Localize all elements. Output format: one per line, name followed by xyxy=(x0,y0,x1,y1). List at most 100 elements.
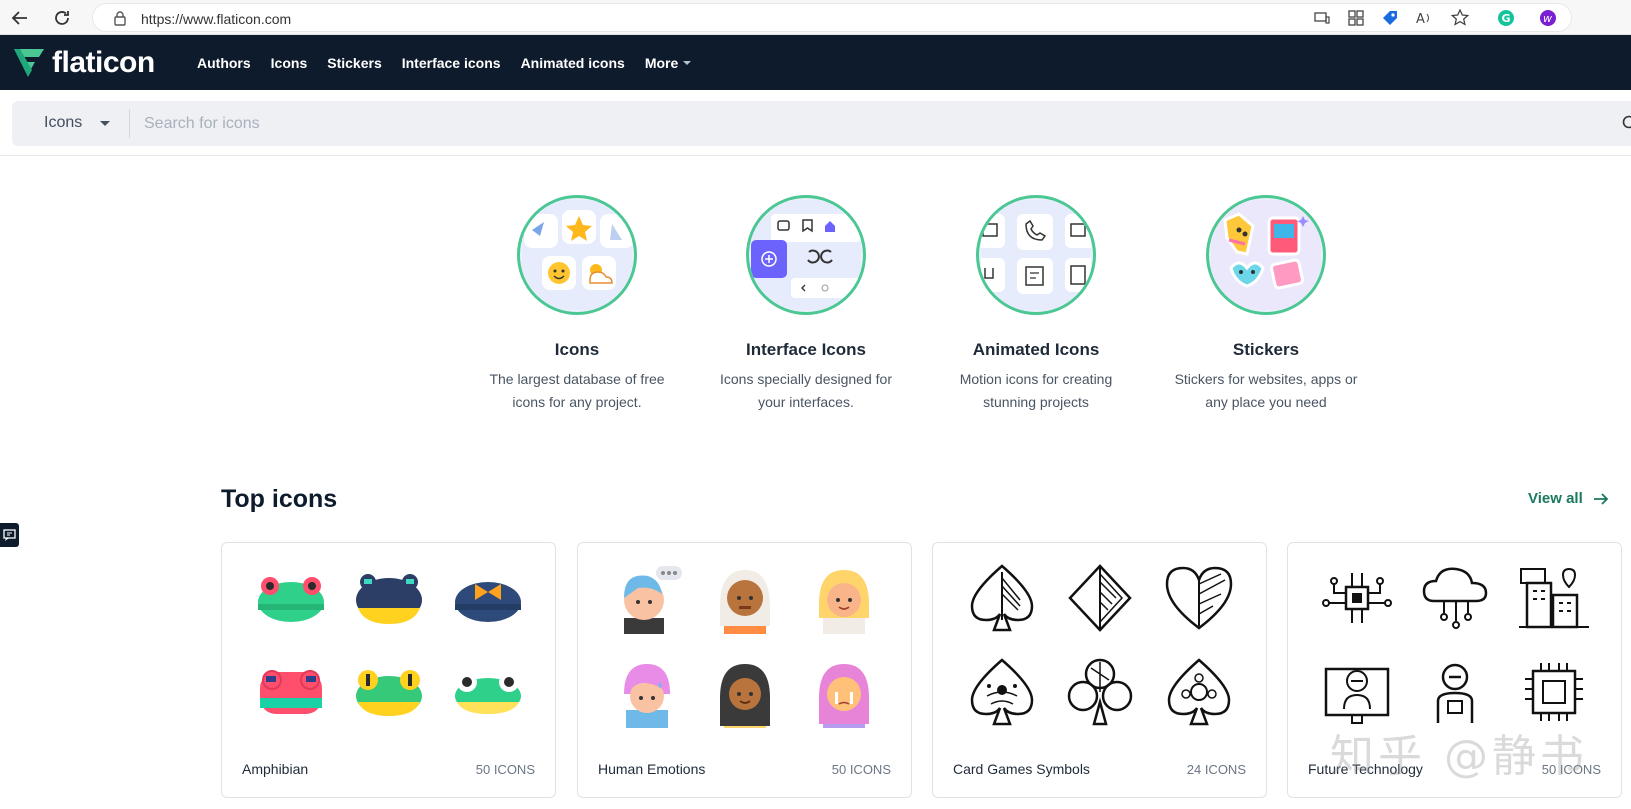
flaticon-logo-icon xyxy=(14,49,44,77)
menu-authors[interactable]: Authors xyxy=(197,55,251,71)
divider xyxy=(0,155,1631,156)
pack-icon-grid xyxy=(953,559,1248,731)
description-line: icons for any project. xyxy=(512,394,642,410)
view-all-link[interactable]: View all xyxy=(1528,490,1609,507)
spade-icon xyxy=(953,559,1051,637)
pack-count: 50 ICONS xyxy=(831,762,891,777)
svg-text:w: w xyxy=(1543,12,1552,25)
chevron-down-icon xyxy=(683,60,692,65)
diamond-icon xyxy=(1051,559,1149,637)
pack-card-amphibian[interactable]: Amphibian 50 ICONS xyxy=(221,542,556,798)
watermark: 知乎 @静书 xyxy=(1330,731,1588,782)
frog-bow-icon xyxy=(439,559,537,637)
animated-icons-illustration xyxy=(976,195,1096,315)
menu-icons[interactable]: Icons xyxy=(271,55,308,71)
description-line: Stickers for websites, apps or xyxy=(1174,371,1358,387)
reload-button[interactable] xyxy=(50,6,74,30)
pack-name: Card Games Symbols xyxy=(953,761,1090,777)
smart-city-icon xyxy=(1505,559,1603,637)
person-thinking-icon xyxy=(598,559,696,637)
toad-icon xyxy=(340,559,438,637)
person-pink-hair-icon xyxy=(598,653,696,731)
cloud-network-icon xyxy=(1406,559,1504,637)
search-bar: Icons xyxy=(12,101,1631,146)
tag-icon[interactable] xyxy=(1380,8,1400,28)
url-text: https://www.flaticon.com xyxy=(141,11,292,27)
description-line: The largest database of free xyxy=(489,371,665,387)
top-icons-heading: Top icons xyxy=(221,485,338,513)
heart-icon xyxy=(1150,559,1248,637)
brain-chip-icon xyxy=(1308,559,1406,637)
back-button[interactable] xyxy=(8,6,32,30)
pack-count: 24 ICONS xyxy=(1186,762,1246,777)
description-line: Icons specially designed for xyxy=(720,371,892,387)
frog-light-icon xyxy=(439,653,537,731)
category-title: Interface Icons xyxy=(746,340,866,359)
category-title: Icons xyxy=(554,340,600,359)
apps-icon[interactable] xyxy=(1346,8,1366,28)
menu-interface-icons[interactable]: Interface icons xyxy=(402,55,501,71)
club-icon xyxy=(1051,653,1149,731)
category-title: Stickers xyxy=(1232,340,1300,359)
svg-text:G: G xyxy=(1502,12,1511,25)
search-input[interactable] xyxy=(144,109,1604,138)
pack-card-card-games-symbols[interactable]: Card Games Symbols 24 ICONS xyxy=(932,542,1267,798)
search-type-label: Icons xyxy=(44,114,83,131)
category-description: Stickers for websites, apps or any place… xyxy=(1161,368,1371,414)
pack-card-human-emotions[interactable]: Human Emotions 50 ICONS xyxy=(577,542,912,798)
pack-icon-grid xyxy=(598,559,893,731)
view-all-label: View all xyxy=(1528,490,1583,507)
device-icon[interactable] xyxy=(1312,8,1332,28)
stickers-illustration xyxy=(1206,195,1326,315)
pack-icon-grid xyxy=(242,559,537,731)
description-line: stunning projects xyxy=(983,394,1089,410)
frog-icon xyxy=(242,559,340,637)
pack-name: Amphibian xyxy=(242,761,309,777)
search-icon[interactable] xyxy=(1621,115,1631,136)
feedback-icon xyxy=(3,529,16,541)
chevron-down-icon xyxy=(100,120,111,126)
profile-ext-icon[interactable]: w xyxy=(1538,8,1558,28)
person-crying-icon xyxy=(795,653,893,731)
category-description: The largest database of free icons for a… xyxy=(472,368,682,414)
person-dark-hair-icon xyxy=(696,653,794,731)
pack-name: Human Emotions xyxy=(598,761,706,777)
category-icons[interactable]: Icons The largest database of free icons… xyxy=(472,195,682,414)
interface-icons-illustration xyxy=(746,195,866,315)
logo-text: flaticon xyxy=(52,46,155,79)
frog-green-icon xyxy=(340,653,438,731)
category-stickers[interactable]: Stickers Stickers for websites, apps or … xyxy=(1161,195,1371,414)
browser-toolbar: https://www.flaticon.com A G w xyxy=(0,0,1631,35)
ornate-card-icon xyxy=(1150,653,1248,731)
svg-text:A: A xyxy=(1416,12,1425,26)
menu-animated-icons[interactable]: Animated icons xyxy=(521,55,625,71)
lock-icon xyxy=(113,10,127,31)
category-interface-icons[interactable]: Interface Icons Icons specially designed… xyxy=(701,195,911,414)
flaticon-logo[interactable]: flaticon xyxy=(12,45,155,81)
person-blonde-icon xyxy=(795,559,893,637)
description-line: your interfaces. xyxy=(758,394,854,410)
grammarly-icon[interactable]: G xyxy=(1496,8,1516,28)
read-aloud-icon[interactable]: A xyxy=(1414,8,1434,28)
feedback-tab[interactable] xyxy=(0,523,19,547)
description-line: Motion icons for creating xyxy=(959,371,1113,387)
frog-red-icon xyxy=(242,653,340,731)
arrow-right-icon xyxy=(1593,492,1609,505)
search-divider xyxy=(129,109,130,138)
category-animated-icons[interactable]: Animated Icons Motion icons for creating… xyxy=(931,195,1141,414)
ornate-spade-icon xyxy=(953,653,1051,731)
menu-stickers[interactable]: Stickers xyxy=(327,55,381,71)
person-elder-icon xyxy=(696,559,794,637)
menu-more[interactable]: More xyxy=(644,54,692,71)
menu-more-label: More xyxy=(644,54,679,71)
site-header: flaticon Authors Icons Stickers Interfac… xyxy=(0,35,1631,90)
favorites-icon[interactable] xyxy=(1450,8,1470,28)
pack-icon-grid xyxy=(1308,559,1603,731)
description-line: any place you need xyxy=(1205,394,1327,410)
category-description: Icons specially designed for your interf… xyxy=(701,368,911,414)
pack-count: 50 ICONS xyxy=(475,762,535,777)
search-type-dropdown[interactable]: Icons xyxy=(44,114,111,132)
category-title: Animated Icons xyxy=(972,340,1100,359)
main-menu: Authors Icons Stickers Interface icons A… xyxy=(197,35,711,90)
icons-illustration xyxy=(517,195,637,315)
